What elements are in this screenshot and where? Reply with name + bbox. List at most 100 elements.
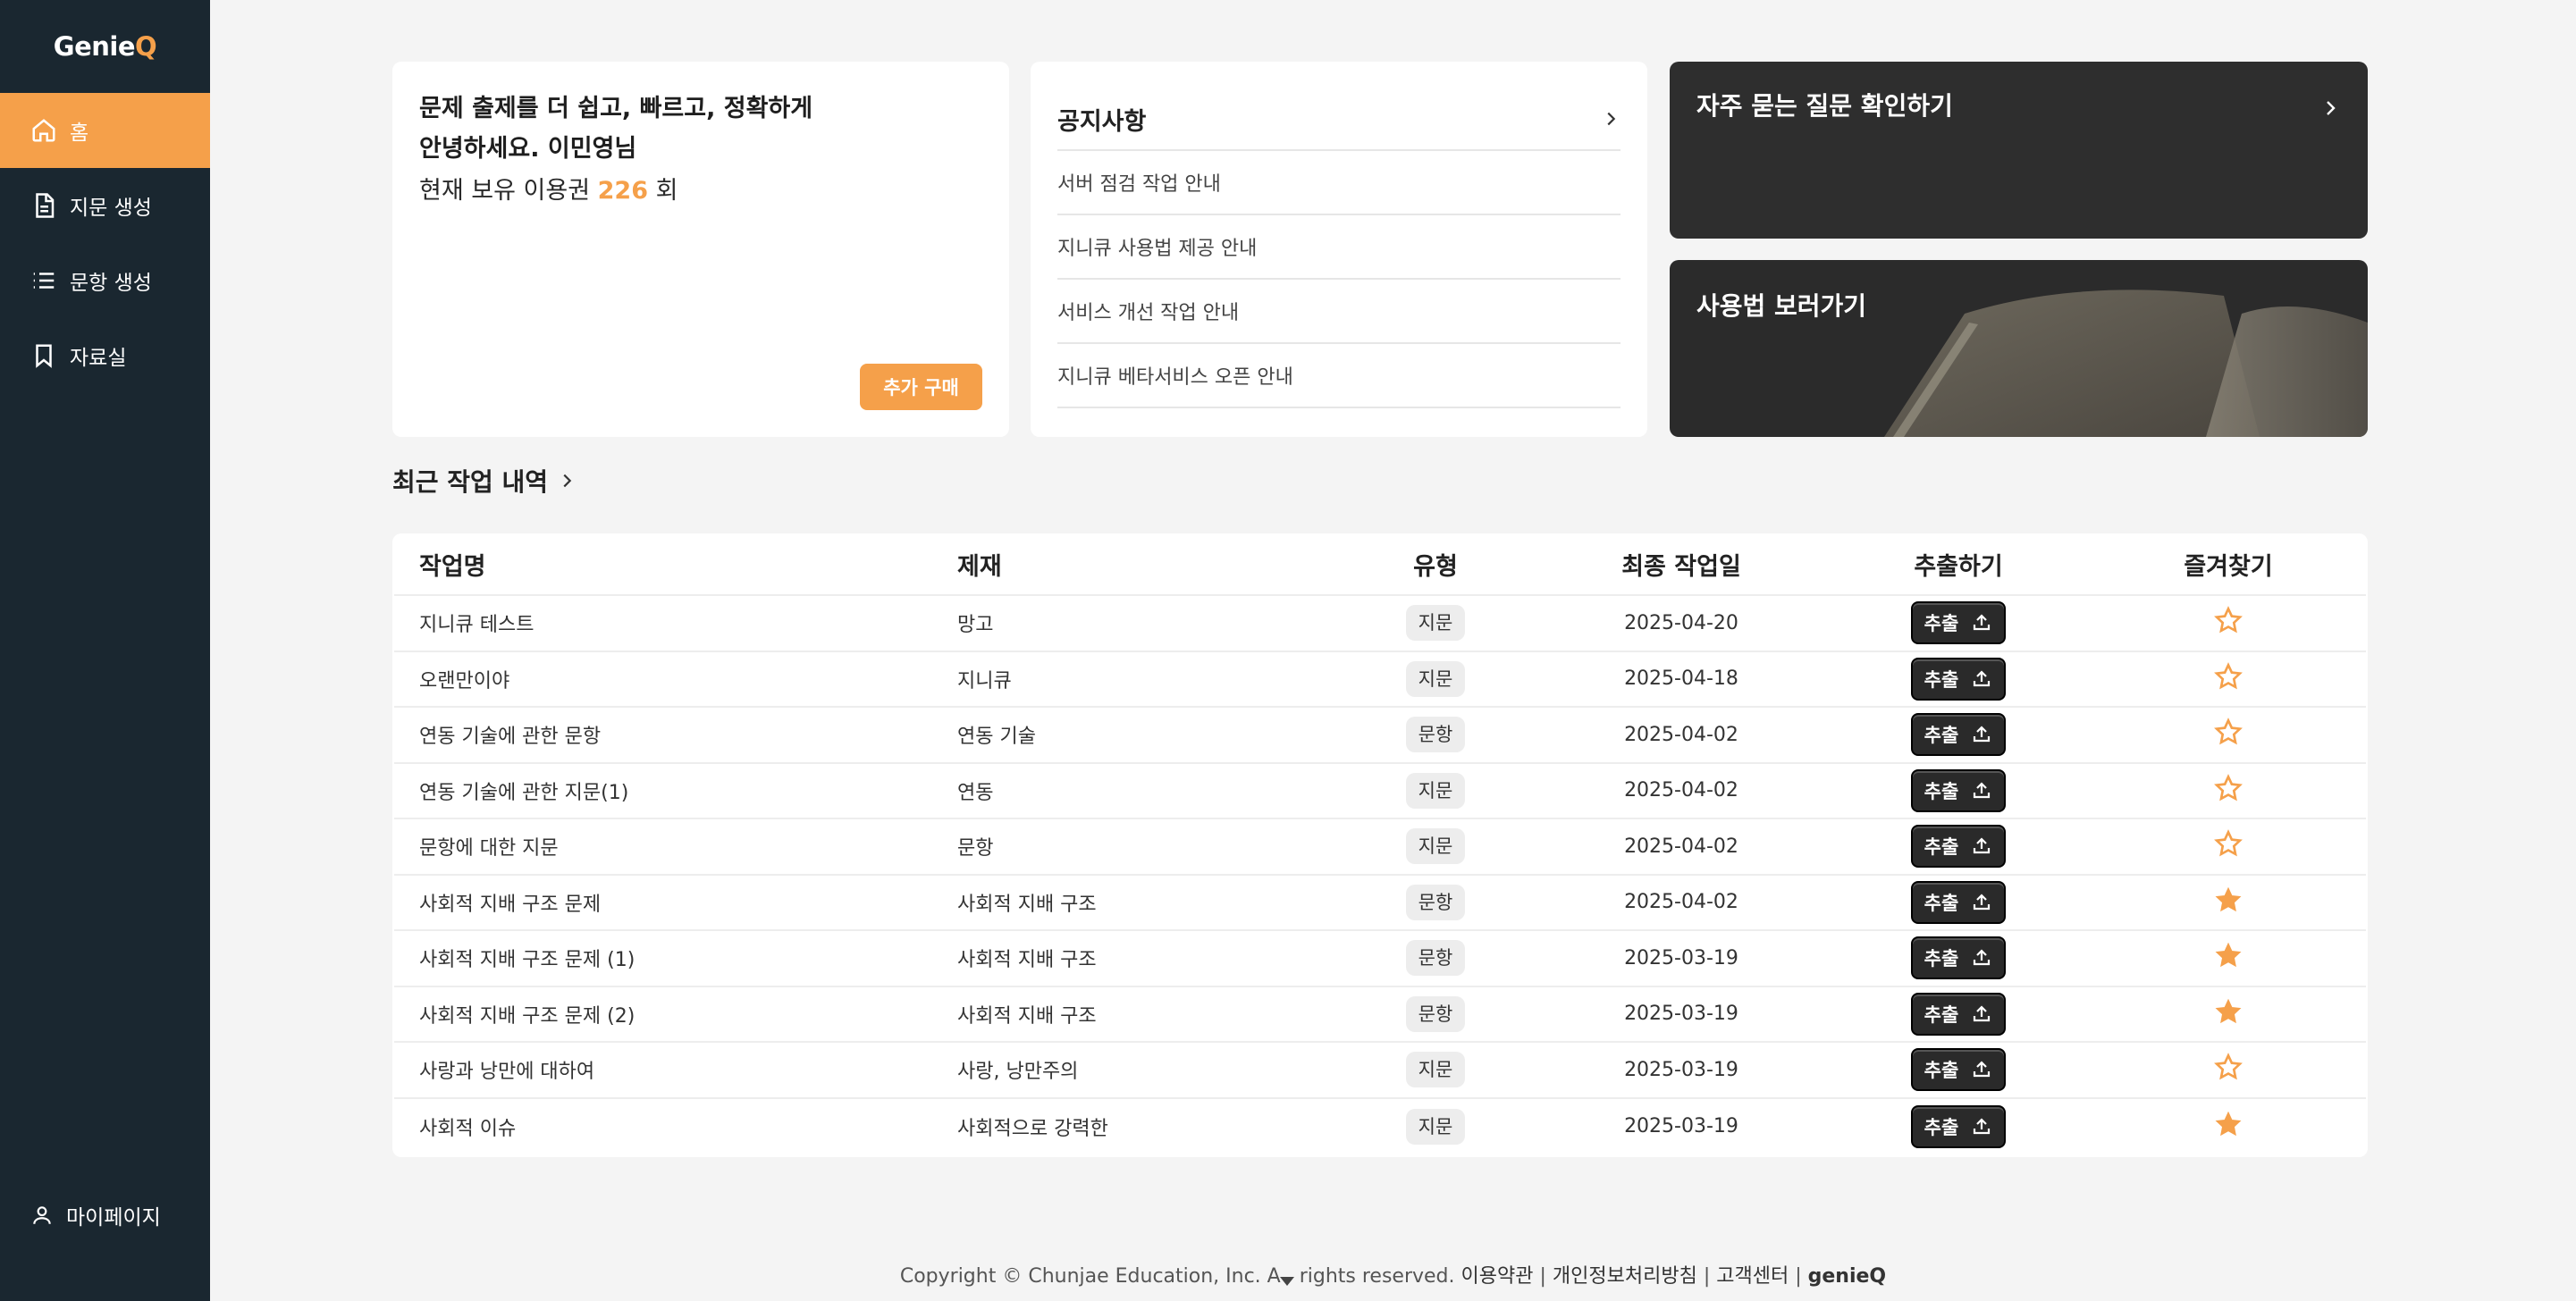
- row-subject: 사회적 지배 구조: [957, 893, 1097, 916]
- footer-terms-link[interactable]: 이용약관: [1461, 1265, 1534, 1288]
- table-row[interactable]: 사회적 지배 구조 문제 (1) 사회적 지배 구조 문항 2025-03-19…: [394, 931, 2366, 987]
- faq-card[interactable]: 자주 묻는 질문 확인하기: [1670, 62, 2368, 239]
- row-type-cell: 지문: [1333, 605, 1538, 642]
- sidebar-item-label: 홈: [70, 122, 89, 145]
- export-label: 추출: [1924, 948, 1959, 970]
- export-button[interactable]: 추출: [1911, 657, 2006, 701]
- column-header-name: 작업명: [419, 552, 486, 581]
- star-outline-icon[interactable]: [2214, 661, 2243, 696]
- greeting-user: 안녕하세요. 이민영님: [419, 135, 637, 163]
- export-button[interactable]: 추출: [1911, 601, 2006, 645]
- notice-item[interactable]: 서비스 개선 작업 안내: [1057, 280, 1621, 344]
- table-row[interactable]: 사랑과 낭만에 대하여 사랑, 낭만주의 지문 2025-03-19 추출: [394, 1043, 2366, 1099]
- row-name[interactable]: 사회적 지배 구조 문제: [394, 888, 957, 917]
- home-icon: [30, 117, 57, 144]
- star-filled-icon[interactable]: [2214, 943, 2243, 975]
- export-label: 추출: [1924, 780, 1959, 802]
- bookmark-icon: [30, 342, 57, 369]
- table-row[interactable]: 사회적 지배 구조 문제 (2) 사회적 지배 구조 문항 2025-03-19…: [394, 987, 2366, 1043]
- upload-icon: [1974, 1005, 1991, 1021]
- upload-icon: [1974, 782, 1991, 798]
- notice-header[interactable]: 공지사항: [1057, 62, 1621, 151]
- row-subject: 문항: [957, 837, 994, 860]
- row-export-cell: 추출: [1824, 992, 2092, 1036]
- chevron-right-icon: [563, 474, 572, 488]
- export-button[interactable]: 추출: [1911, 880, 2006, 924]
- footer-privacy-link[interactable]: 개인정보처리방침: [1553, 1265, 1697, 1288]
- row-name[interactable]: 연동 기술에 관한 지문(1): [394, 776, 957, 805]
- row-name[interactable]: 사회적 지배 구조 문제 (1): [394, 944, 957, 972]
- row-date: 2025-04-02: [1624, 891, 1738, 914]
- row-name[interactable]: 사회적 이슈: [394, 1112, 957, 1141]
- row-name[interactable]: 사랑과 낭만에 대하여: [394, 1055, 957, 1084]
- table-row[interactable]: 문항에 대한 지문 문항 지문 2025-04-02 추출: [394, 819, 2366, 876]
- table-row[interactable]: 사회적 지배 구조 문제 사회적 지배 구조 문항 2025-04-02 추출: [394, 876, 2366, 931]
- export-button[interactable]: 추출: [1911, 1104, 2006, 1148]
- usage-guide-card[interactable]: 사용법 보러가기: [1670, 260, 2368, 437]
- upload-icon: [1974, 949, 1991, 966]
- star-filled-icon[interactable]: [2214, 998, 2243, 1031]
- row-name[interactable]: 연동 기술에 관한 문항: [394, 720, 957, 749]
- row-name[interactable]: 사회적 지배 구조 문제 (2): [394, 1000, 957, 1028]
- sidebar-item-question[interactable]: 문항 생성: [0, 243, 210, 318]
- row-favorite-cell: [2092, 606, 2364, 640]
- row-subject: 사랑, 낭만주의: [957, 1061, 1079, 1084]
- export-button[interactable]: 추출: [1911, 936, 2006, 980]
- sidebar: Genie Q 홈 지문 생성 문항 생성 자료실 마이페이지: [0, 0, 210, 1301]
- export-label: 추출: [1924, 1060, 1959, 1082]
- greeting-card: 문제 출제를 더 쉽고, 빠르고, 정확하게 안녕하세요. 이민영님 현재 보유…: [392, 62, 1009, 437]
- document-icon: [30, 192, 57, 219]
- footer-support-link[interactable]: 고객센터: [1716, 1265, 1789, 1288]
- notice-card: 공지사항 서버 점검 작업 안내 지니큐 사용법 제공 안내 서비스 개선 작업…: [1031, 62, 1647, 437]
- row-name[interactable]: 문항에 대한 지문: [394, 832, 957, 860]
- notice-item[interactable]: 지니큐 사용법 제공 안내: [1057, 215, 1621, 280]
- notice-item[interactable]: 서버 점검 작업 안내: [1057, 151, 1621, 215]
- recent-work-header[interactable]: 최근 작업 내역: [392, 463, 577, 499]
- export-label: 추출: [1924, 1003, 1959, 1026]
- export-button[interactable]: 추출: [1911, 713, 2006, 757]
- ticket-count: 226: [597, 177, 649, 205]
- logo-q: Q: [135, 31, 157, 62]
- type-badge: 지문: [1405, 605, 1466, 642]
- export-button[interactable]: 추출: [1911, 1048, 2006, 1092]
- footer-copyright-tail: rights reserved.: [1299, 1265, 1455, 1288]
- sidebar-item-library[interactable]: 자료실: [0, 318, 210, 393]
- buy-more-button[interactable]: 추가 구매: [860, 364, 982, 410]
- table-body: 지니큐 테스트 망고 지문 2025-04-20 추출 오랜만이야 지니큐 지문…: [394, 596, 2366, 1154]
- star-outline-icon[interactable]: [2214, 718, 2243, 751]
- row-type-cell: 지문: [1333, 772, 1538, 809]
- row-name[interactable]: 오랜만이야: [394, 665, 957, 693]
- export-button[interactable]: 추출: [1911, 768, 2006, 812]
- export-label: 추출: [1924, 892, 1959, 914]
- table-row[interactable]: 사회적 이슈 사회적으로 강력한 지문 2025-03-19 추출: [394, 1099, 2366, 1155]
- star-outline-icon[interactable]: [2214, 1053, 2243, 1087]
- table-row[interactable]: 오랜만이야 지니큐 지문 2025-04-18 추출: [394, 652, 2366, 708]
- row-type-cell: 지문: [1333, 660, 1538, 697]
- type-badge: 문항: [1405, 940, 1466, 977]
- export-label: 추출: [1924, 836, 1959, 859]
- chevron-right-icon[interactable]: [1601, 109, 1621, 129]
- greeting-tagline: 문제 출제를 더 쉽고, 빠르고, 정확하게: [419, 95, 813, 122]
- star-outline-icon[interactable]: [2214, 773, 2243, 808]
- star-outline-icon[interactable]: [2214, 606, 2243, 640]
- star-filled-icon[interactable]: [2214, 1111, 2243, 1144]
- sidebar-item-home[interactable]: 홈: [0, 93, 210, 168]
- table-row[interactable]: 연동 기술에 관한 지문(1) 연동 지문 2025-04-02 추출: [394, 764, 2366, 819]
- table-row[interactable]: 연동 기술에 관한 문항 연동 기술 문항 2025-04-02 추출: [394, 708, 2366, 764]
- type-badge: 문항: [1405, 995, 1466, 1032]
- export-button[interactable]: 추출: [1911, 825, 2006, 869]
- export-button[interactable]: 추출: [1911, 992, 2006, 1036]
- star-filled-icon[interactable]: [2214, 886, 2243, 919]
- column-header-date: 최종 작업일: [1621, 552, 1741, 581]
- notice-item[interactable]: 지니큐 베타서비스 오픈 안내: [1057, 344, 1621, 408]
- scroll-down-icon[interactable]: [1278, 1274, 1296, 1288]
- row-type-cell: 문항: [1333, 884, 1538, 920]
- row-name[interactable]: 지니큐 테스트: [394, 609, 957, 637]
- app-logo[interactable]: Genie Q: [0, 0, 210, 93]
- star-outline-icon[interactable]: [2214, 829, 2243, 863]
- sidebar-item-passage[interactable]: 지문 생성: [0, 168, 210, 243]
- table-row[interactable]: 지니큐 테스트 망고 지문 2025-04-20 추출: [394, 596, 2366, 652]
- sidebar-item-mypage[interactable]: 마이페이지: [0, 1188, 210, 1242]
- row-favorite-cell: [2092, 941, 2364, 975]
- footer-separator: |: [1539, 1265, 1546, 1288]
